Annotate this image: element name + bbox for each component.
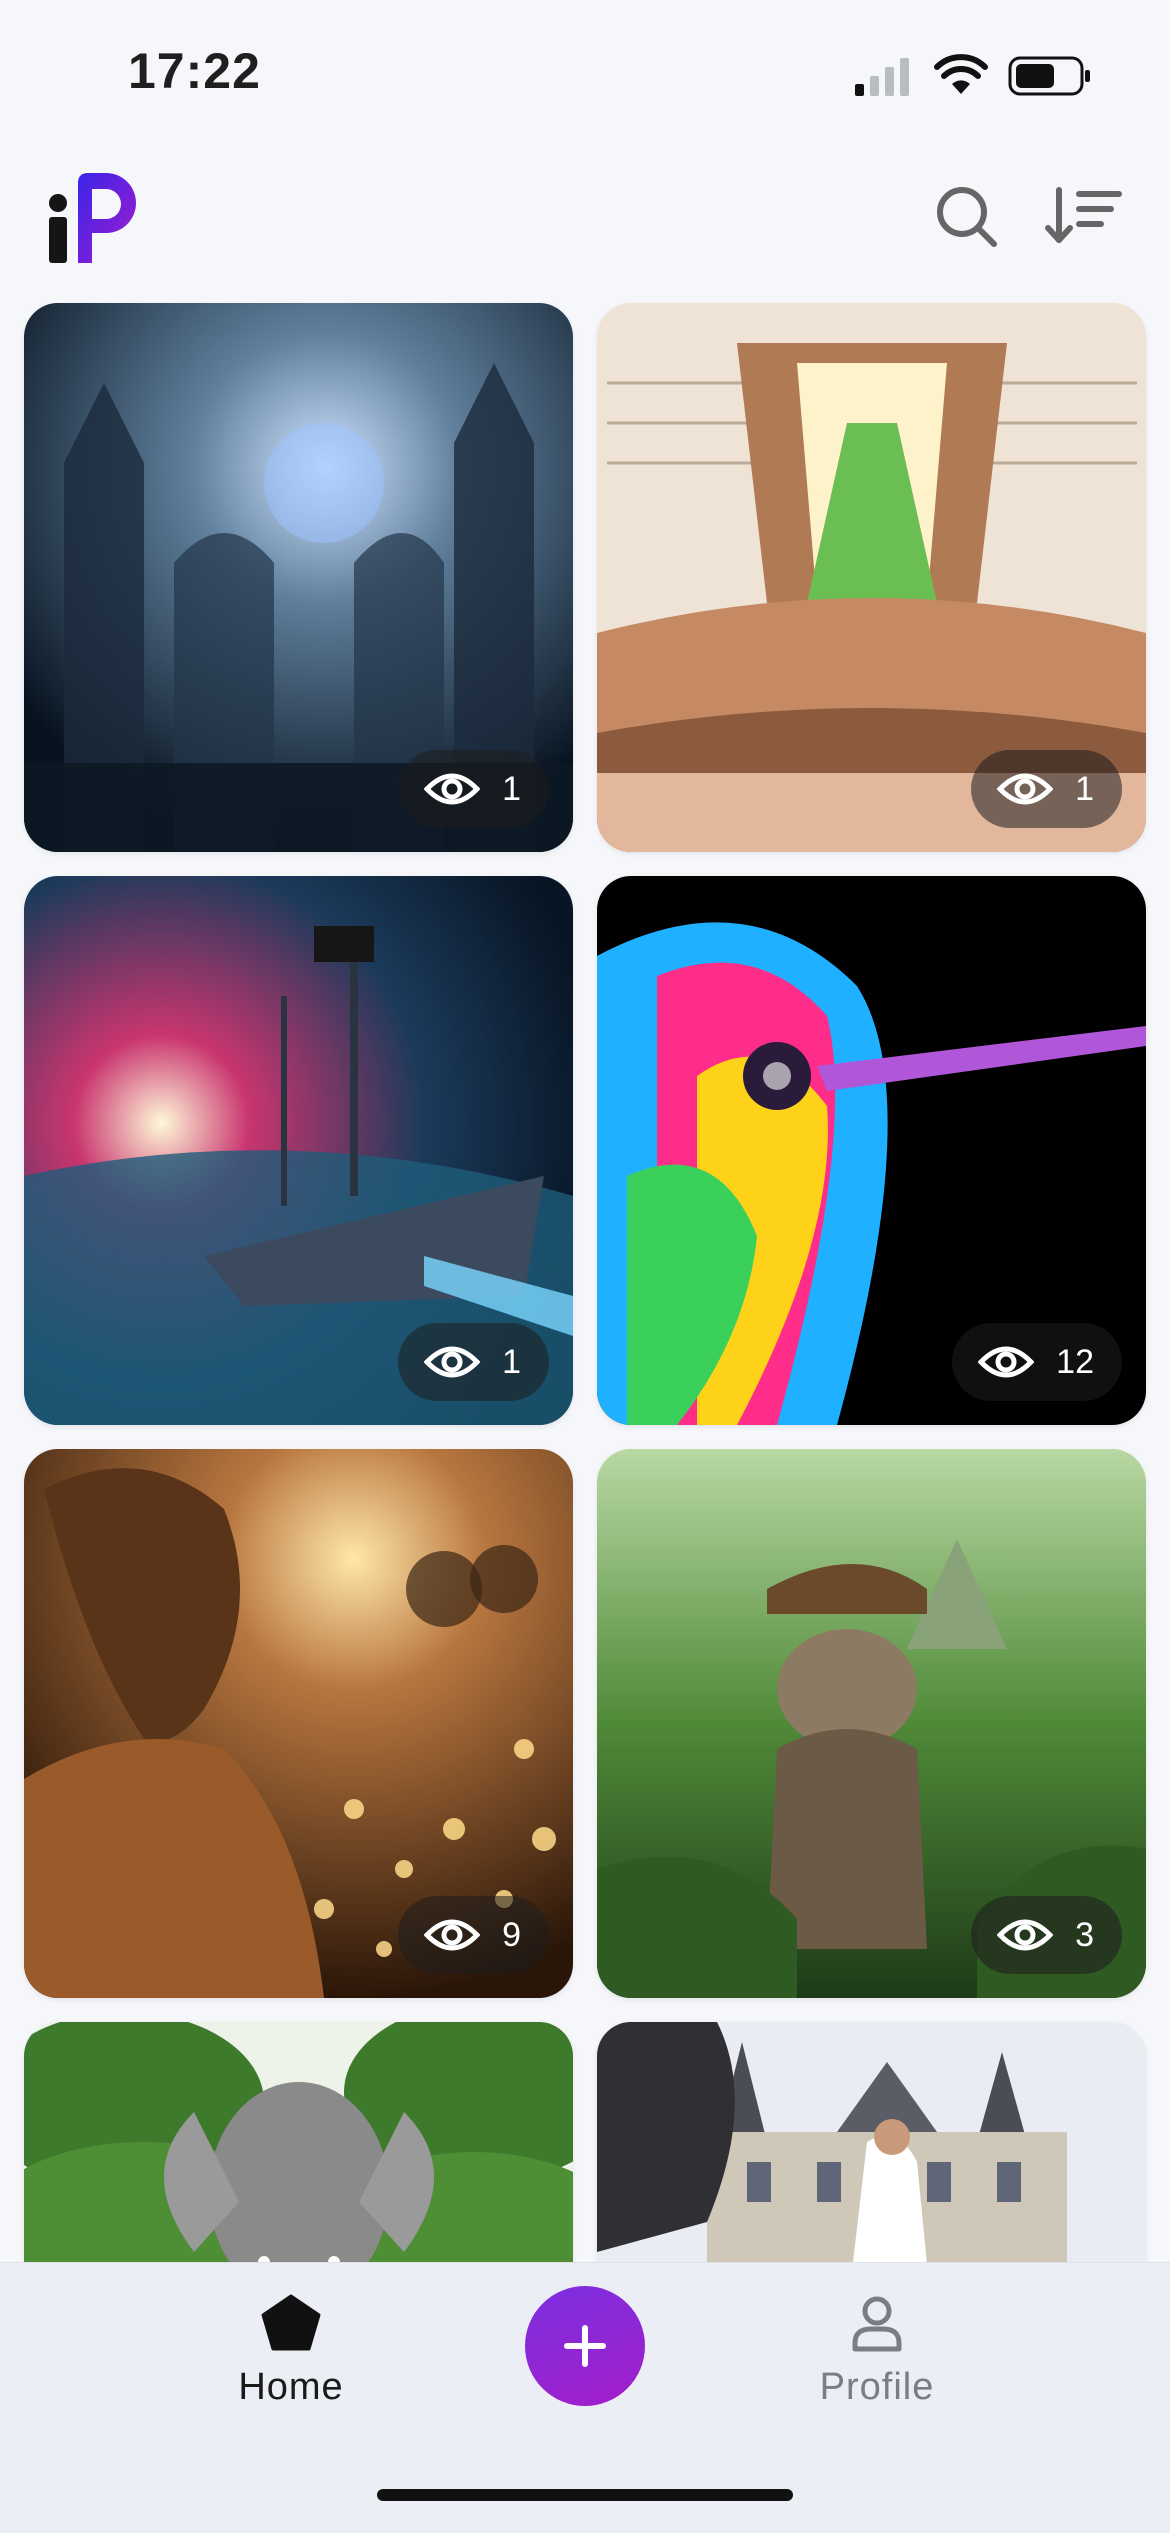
image-card[interactable]: 1 [24, 303, 573, 852]
image-card[interactable]: 1 [597, 303, 1146, 852]
views-badge: 12 [952, 1323, 1122, 1401]
eye-icon [424, 1346, 481, 1378]
search-icon[interactable] [930, 180, 1002, 252]
plus-icon [564, 2325, 606, 2367]
image-card[interactable] [597, 2022, 1146, 2262]
home-indicator [377, 2489, 793, 2501]
nav-home[interactable]: Home [181, 2293, 401, 2409]
status-time: 17:22 [128, 43, 261, 99]
views-badge: 1 [398, 750, 549, 828]
nav-home-label: Home [238, 2366, 344, 2408]
signal-icon [855, 58, 909, 96]
views-badge: 1 [398, 1323, 549, 1401]
nav-profile[interactable]: Profile [767, 2293, 987, 2409]
views-badge: 1 [971, 750, 1122, 828]
view-count: 1 [502, 769, 521, 808]
view-count: 1 [1075, 769, 1094, 808]
view-count: 12 [1056, 1342, 1094, 1381]
image-elephant-tree [24, 2022, 573, 2262]
add-button[interactable] [525, 2286, 645, 2406]
image-card[interactable]: 1 [24, 876, 573, 1425]
eye-icon [978, 1346, 1035, 1378]
image-wedding-castle [597, 2022, 1146, 2262]
views-badge: 9 [398, 1896, 549, 1974]
eye-icon [424, 773, 481, 805]
battery-icon [1008, 56, 1090, 96]
image-card[interactable]: 3 [597, 1449, 1146, 1998]
views-badge: 3 [971, 1896, 1122, 1974]
view-count: 9 [502, 1915, 521, 1954]
sort-icon[interactable] [1045, 180, 1125, 252]
nav-profile-label: Profile [819, 2366, 935, 2408]
image-card[interactable]: 12 [597, 876, 1146, 1425]
wifi-icon [934, 54, 988, 94]
view-count: 1 [502, 1342, 521, 1381]
home-pentagon-icon [261, 2294, 321, 2351]
view-count: 3 [1075, 1915, 1094, 1954]
image-card[interactable] [24, 2022, 573, 2262]
eye-icon [997, 773, 1054, 805]
profile-icon [852, 2296, 902, 2352]
app-header [0, 150, 1170, 290]
ip-logo-icon[interactable] [44, 165, 154, 275]
eye-icon [424, 1919, 481, 1951]
eye-icon [997, 1919, 1054, 1951]
image-card[interactable]: 9 [24, 1449, 573, 1998]
status-bar: 17:22 [0, 0, 1170, 150]
image-grid[interactable]: 1 1 1 12 9 3 [0, 300, 1170, 2262]
